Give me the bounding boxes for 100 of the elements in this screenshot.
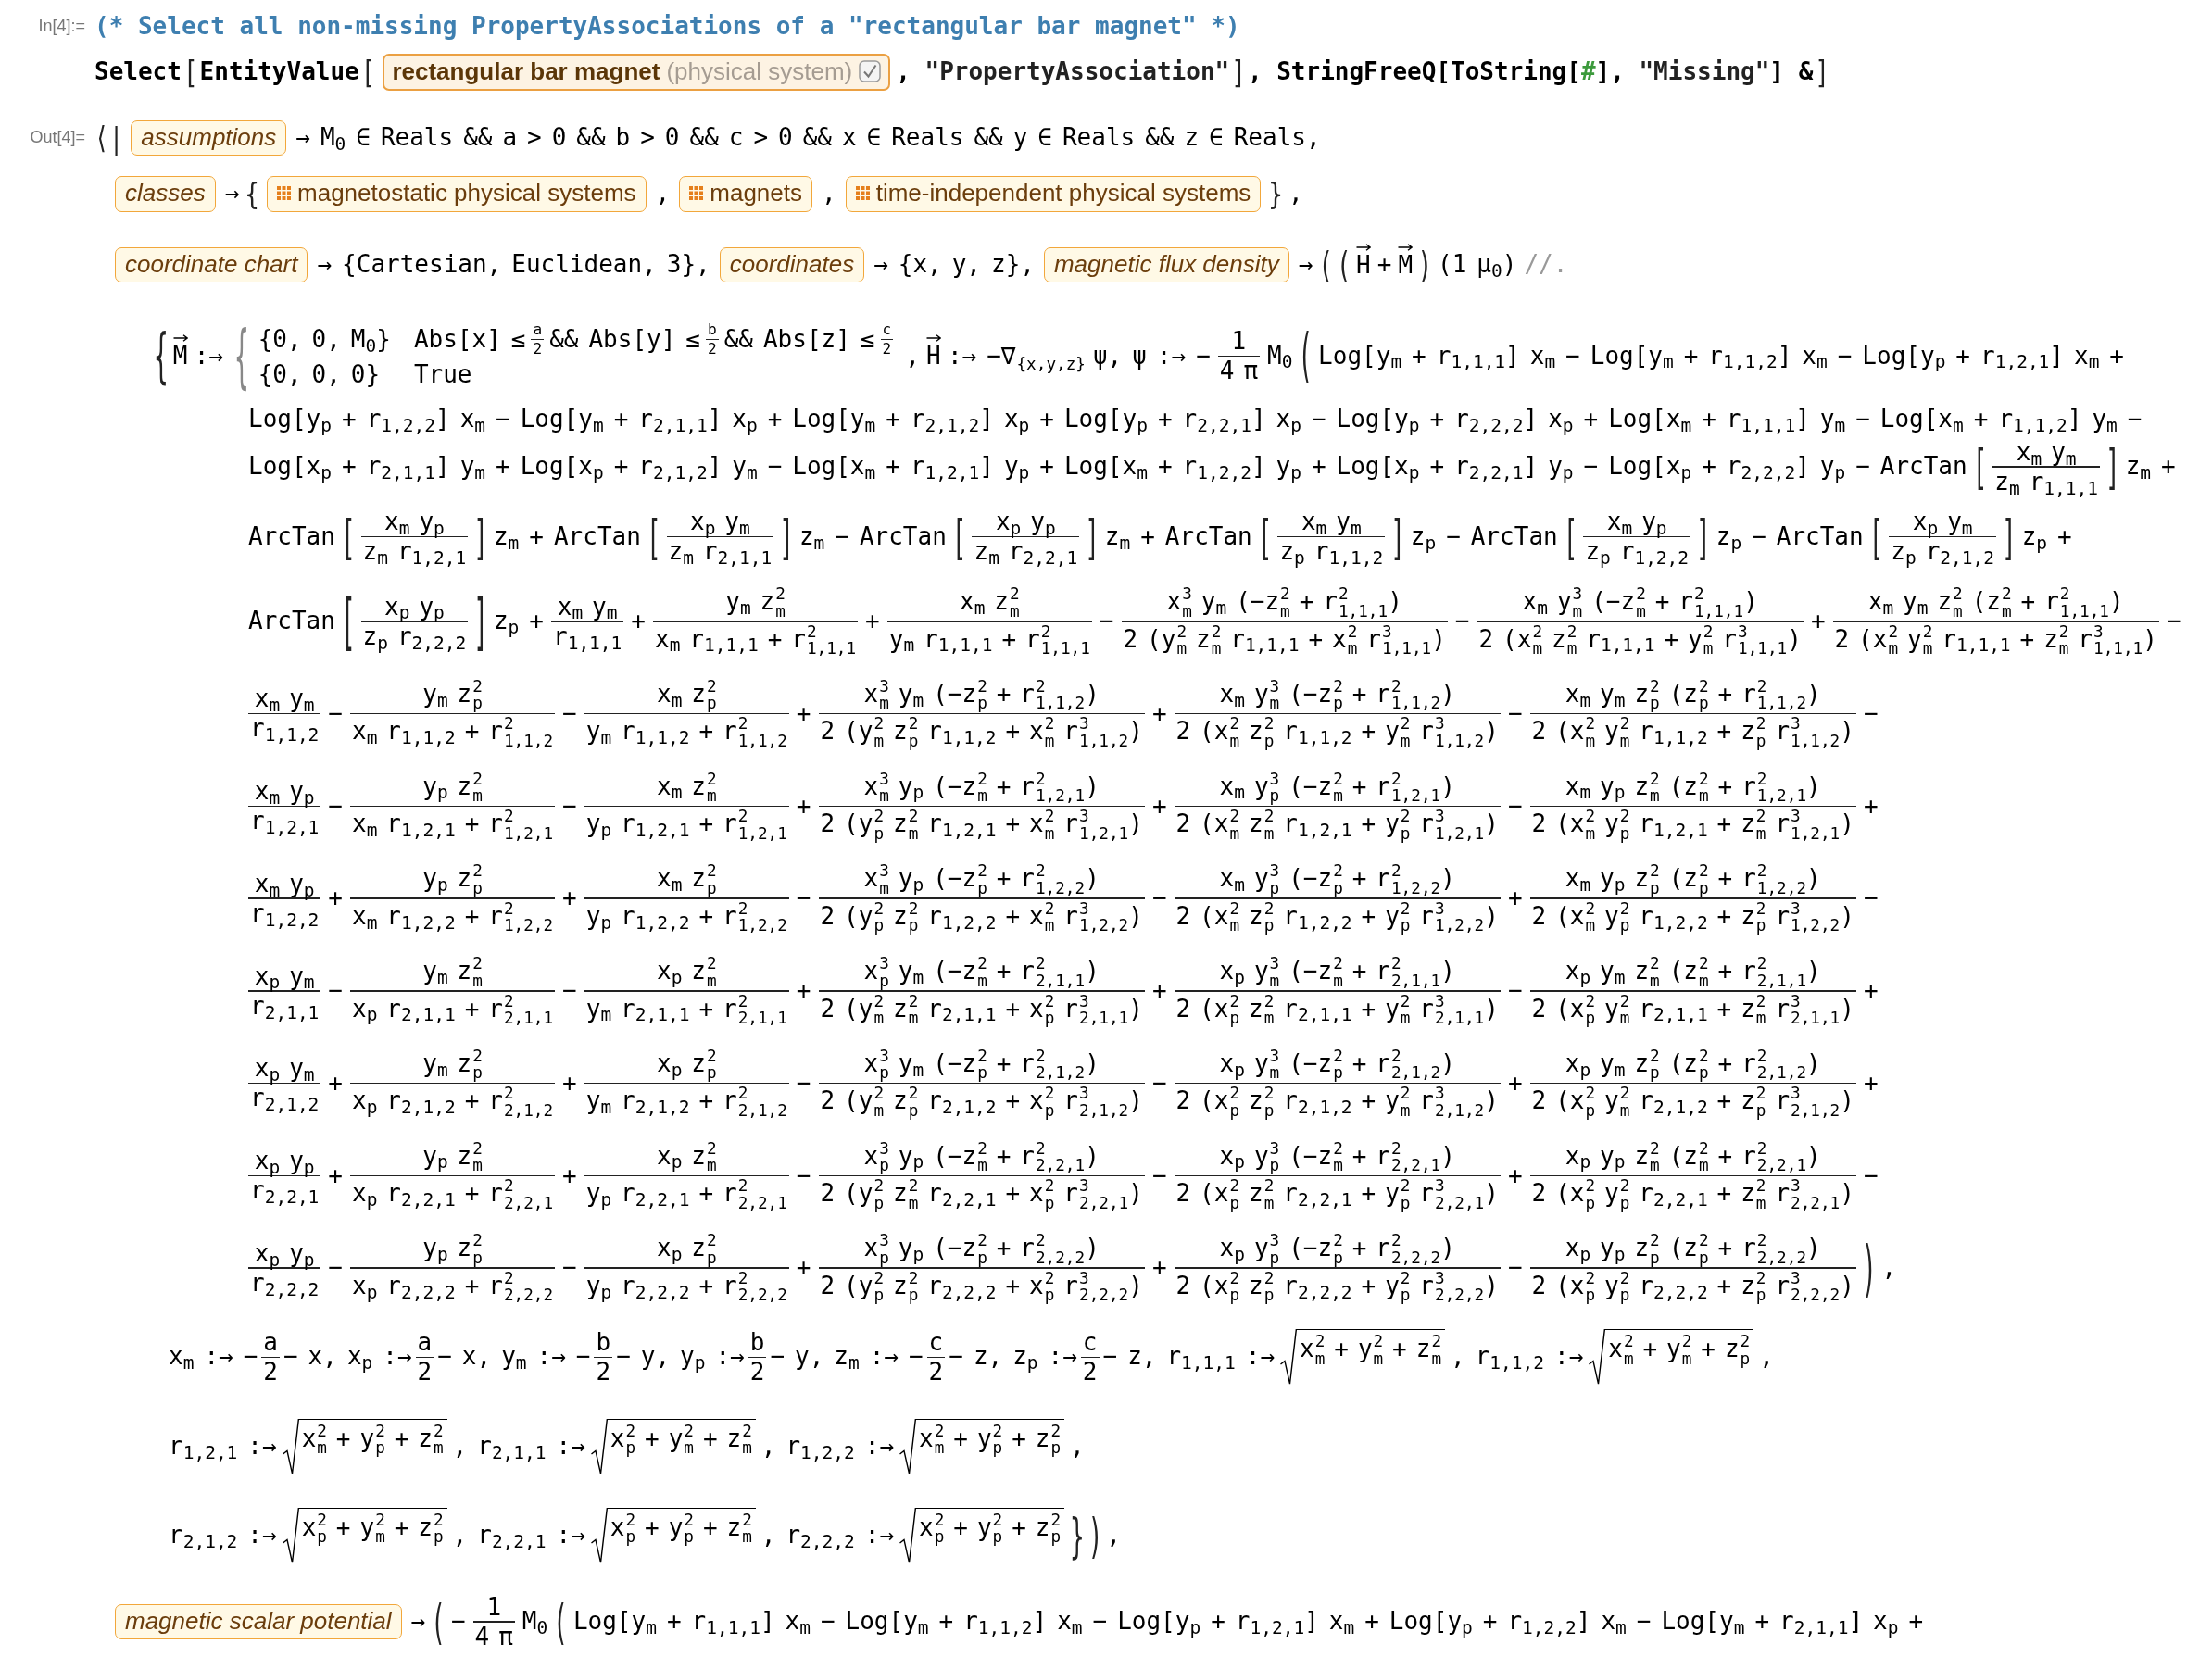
entity-label: time-independent physical systems xyxy=(875,178,1251,208)
formula-text: + xyxy=(562,1067,577,1098)
code-text: ], xyxy=(1595,56,1625,88)
fraction-numerator: x$_{m}$ y$_{m}$ xyxy=(1300,508,1363,535)
formula-text: && Abs[z] ≤ xyxy=(723,323,875,355)
formula-text: Log[y$_{p}$ + r$_{1,2,2}$] x$_{m}$ − Log[y$_{m}$ + r$_{2,1,1}$] x$_{p}$ + Log[y$_{m}$ + r$_{2,1,2}$] x$_{p}$ + Log[y$_{p}$ + r$_{2,2,1}$] x$_{p}$ − Log[y$_{p}$ + r$_{2,2,2}$] x$_{p}$ + Log[x$_{m}$ + r$_{1,1,1}$] y$_{m}$ − Log[x$_{m}$ + r$_{1,1,2}$] y$_{m}$ − xyxy=(248,403,2143,435)
formula-text: + xyxy=(328,883,343,914)
formula-text: + xyxy=(631,606,646,636)
fraction-denominator: r$_{2,2,1}$ xyxy=(249,1177,320,1204)
entity-label: classes xyxy=(125,178,206,208)
fraction-denominator: 2 xyxy=(262,1359,279,1386)
fraction-denominator: 2 xyxy=(1081,1359,1099,1386)
formula-text: + xyxy=(796,790,811,822)
formula-text: − z, r$_{1,1,1}$ :→ xyxy=(1102,1341,1276,1374)
code-text: , xyxy=(896,56,911,88)
formula-text: r$_{1,2,1}$ :→ xyxy=(169,1430,277,1462)
fraction-numerator: a xyxy=(262,1329,279,1356)
entity-label: assumptions xyxy=(141,121,277,152)
formula-text: + xyxy=(1151,790,1167,822)
fraction-numerator: b xyxy=(707,321,718,338)
formula-text: x$_{m}$ :→ − xyxy=(169,1341,258,1374)
fraction-numerator: x$_{m}$ y$_{m}$ xyxy=(556,593,619,621)
formula-text: + xyxy=(1151,697,1167,729)
dot-grid-icon xyxy=(689,185,704,200)
formula-text: − xyxy=(328,975,343,1006)
fraction-denominator: 2 xyxy=(595,1359,612,1386)
formula-text: z$_{m}$ − ArcTan xyxy=(798,521,947,553)
code-comment: (* Select all non-missing PropertyAssociations of a "rectangular bar magnet" *) xyxy=(94,11,1240,42)
formula-text: − xyxy=(562,975,577,1006)
delimiter: [ xyxy=(1563,512,1578,561)
fraction-denominator: z$_{m}$ r$_{1,1,1}$ xyxy=(1993,468,2100,496)
fraction-denominator: r$_{2,2,2}$ xyxy=(249,1269,320,1297)
formula-text: ArcTan xyxy=(248,521,335,552)
formula-text: H xyxy=(1355,251,1371,279)
formula-text: − xyxy=(796,1067,811,1098)
formula-text: z$_{p}$ − ArcTan xyxy=(1716,521,1864,553)
fraction-numerator: b xyxy=(595,1329,612,1356)
fraction-denominator: z$_{m}$ r$_{1,2,1}$ xyxy=(361,538,468,566)
fraction-numerator: x$_{p}$ y$_{p}$ xyxy=(383,593,446,621)
fraction-numerator: x$_{m}$ y$_{m}$ xyxy=(253,685,316,712)
formula-text: − xyxy=(1863,1160,1879,1191)
output-label: Out[4]= xyxy=(30,127,85,149)
delimiter: [ xyxy=(646,512,661,561)
fraction-denominator: 2 xyxy=(927,1359,945,1386)
delimiter: { xyxy=(245,178,259,209)
fraction-numerator: b xyxy=(748,1329,766,1356)
delimiter: ] xyxy=(473,590,488,652)
formula-text: − xyxy=(450,1606,466,1638)
formula-text: + xyxy=(1151,1252,1167,1284)
delimiter: { xyxy=(233,321,249,391)
delimiter: ] xyxy=(473,512,488,561)
entity-label: coordinate chart xyxy=(125,248,298,280)
delimiter: ] xyxy=(779,512,794,561)
formula-text: Log[y$_{m}$ + r$_{1,1,1}$] x$_{m}$ − Log[y$_{m}$ + r$_{1,1,2}$] x$_{m}$ − Log[y$_{p}$ + r$_{1,2,1}$] x$_{m}$ + Log[y$_{p}$ + r$_{1,2,2}$] x$_{m}$ − Log[y$_{m}$ + r$_{2,1,1}$] x$_{p}$ + xyxy=(572,1606,1924,1638)
formula-text: − xyxy=(562,790,577,822)
entity-type-label: (physical system) xyxy=(666,56,853,87)
formula-text: + xyxy=(562,1160,577,1191)
formula-text: − xyxy=(1454,606,1470,636)
radical-sign-icon xyxy=(899,1418,917,1474)
delimiter: ⟨| xyxy=(94,122,124,154)
formula-text: , xyxy=(655,178,671,209)
delimiter: ( xyxy=(431,1598,446,1646)
fraction-denominator: 4 π xyxy=(1218,358,1260,384)
fraction-denominator: 2 xyxy=(881,341,893,358)
formula-text: + xyxy=(562,883,577,914)
formula-text: − y, z$_{m}$ :→ − xyxy=(770,1341,924,1374)
formula-text: , xyxy=(1070,1430,1085,1462)
formula-text: + xyxy=(328,1067,343,1098)
delimiter: ] xyxy=(2002,512,2017,561)
formula-text: − z, z$_{p}$ :→ xyxy=(949,1341,1077,1374)
fraction-denominator: z$_{m}$ r$_{2,2,1}$ xyxy=(973,538,1079,566)
vector-arrow-icon xyxy=(1398,243,1414,251)
fraction-numerator: c xyxy=(881,321,893,338)
radical-sign-icon xyxy=(590,1418,608,1474)
formula-text: Abs[x] ≤ xyxy=(413,323,526,355)
delimiter: ] xyxy=(2105,443,2120,491)
formula-text: + xyxy=(796,975,811,1006)
fraction-denominator: 4 π xyxy=(473,1623,514,1650)
fraction-denominator: z$_{p}$ r$_{1,2,2}$ xyxy=(1584,538,1690,566)
formula-text: :→ −∇ xyxy=(947,340,1016,371)
formula-text: → {Cartesian, Euclidean, 3}, xyxy=(317,248,710,280)
piecewise-value: {0, 0, M$_{0}$} xyxy=(258,323,391,356)
formula-text: − xyxy=(1863,697,1879,729)
code-text: Select xyxy=(94,56,182,88)
formula-text: → xyxy=(1298,248,1313,280)
formula-text: − xyxy=(1507,975,1523,1006)
entity-label: magnetic scalar potential xyxy=(125,1605,392,1637)
dot-grid-icon xyxy=(855,185,870,200)
formula-text: − xyxy=(1507,697,1523,729)
fraction-denominator: r$_{2,1,1}$ xyxy=(249,992,320,1020)
formula-text: H xyxy=(926,343,941,370)
fraction-denominator: 2 xyxy=(707,341,718,358)
fraction-denominator: r$_{1,1,1}$ xyxy=(552,622,623,650)
delimiter: ) xyxy=(1861,1237,1877,1299)
delimiter: ( xyxy=(553,1598,568,1646)
code-text: EntityValue xyxy=(199,56,359,88)
delimiter: [ xyxy=(1257,512,1273,561)
formula-text: M$_{0}$ xyxy=(1267,340,1293,372)
formula-text: − xyxy=(328,790,343,822)
fraction-denominator: z$_{p}$ r$_{1,1,2}$ xyxy=(1278,538,1385,566)
